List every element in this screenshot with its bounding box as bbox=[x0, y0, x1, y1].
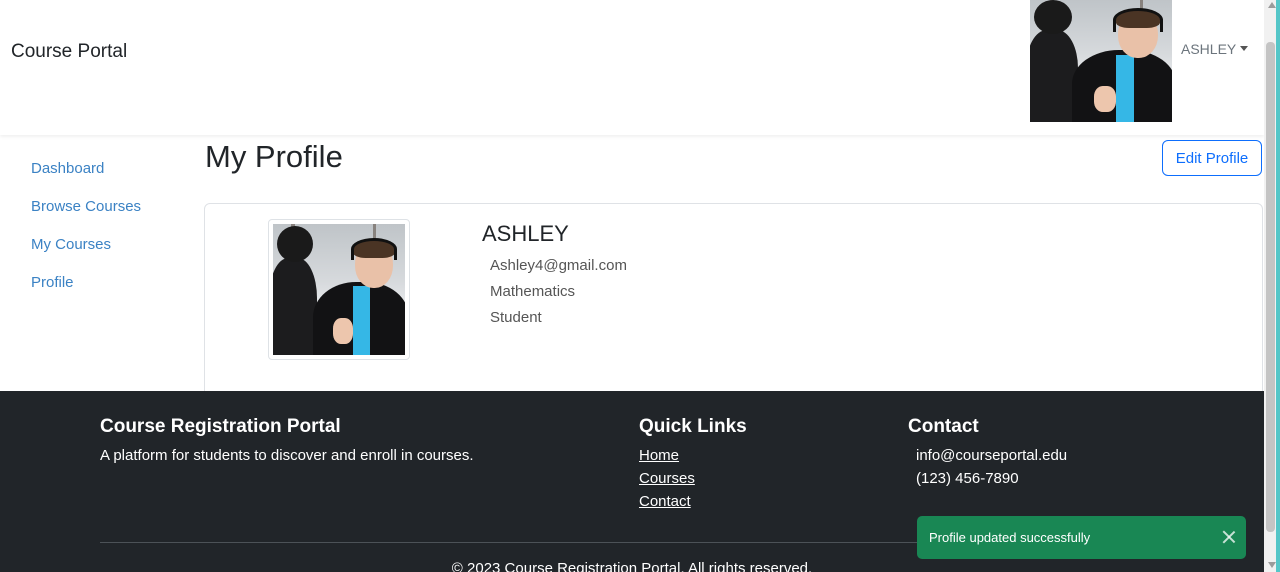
window-edge bbox=[1276, 0, 1280, 572]
footer-about-title: Course Registration Portal bbox=[100, 416, 341, 437]
footer-link-home[interactable]: Home bbox=[639, 447, 679, 464]
footer-link-contact[interactable]: Contact bbox=[639, 493, 691, 510]
sidebar-nav: Dashboard Browse Courses My Courses Prof… bbox=[31, 160, 141, 312]
sidebar-item-my-courses[interactable]: My Courses bbox=[31, 236, 141, 274]
brand-title[interactable]: Course Portal bbox=[11, 41, 127, 63]
success-toast: Profile updated successfully bbox=[917, 516, 1246, 559]
footer-copyright: © 2023 Course Registration Portal. All r… bbox=[451, 560, 813, 572]
profile-role: Student bbox=[490, 309, 542, 326]
profile-photo bbox=[273, 224, 405, 355]
user-avatar-photo[interactable] bbox=[1030, 0, 1172, 122]
caret-down-icon bbox=[1240, 46, 1249, 51]
scroll-down-arrow-icon[interactable] bbox=[1268, 562, 1276, 568]
footer-about-text: A platform for students to discover and … bbox=[100, 447, 474, 464]
profile-department: Mathematics bbox=[490, 283, 576, 300]
close-icon[interactable] bbox=[1221, 529, 1237, 545]
user-dropdown[interactable]: ASHLEY bbox=[1181, 41, 1249, 57]
top-navbar: Course Portal ASHLEY bbox=[0, 0, 1264, 135]
footer-contact-email: info@courseportal.edu bbox=[916, 447, 1068, 464]
footer-links-title: Quick Links bbox=[639, 416, 747, 437]
footer-contact-phone: (123) 456-7890 bbox=[916, 470, 1019, 487]
sidebar-item-browse-courses[interactable]: Browse Courses bbox=[31, 198, 141, 236]
profile-name: ASHLEY bbox=[482, 221, 569, 246]
footer-contact-title: Contact bbox=[908, 416, 979, 437]
sidebar-item-dashboard[interactable]: Dashboard bbox=[31, 160, 141, 198]
profile-email: Ashley4@gmail.com bbox=[490, 257, 627, 274]
edit-profile-button[interactable]: Edit Profile bbox=[1162, 140, 1262, 176]
scrollbar-thumb[interactable] bbox=[1266, 42, 1275, 532]
user-name: ASHLEY bbox=[1181, 41, 1237, 57]
sidebar-item-profile[interactable]: Profile bbox=[31, 274, 141, 312]
footer-link-courses[interactable]: Courses bbox=[639, 470, 695, 487]
page-title: My Profile bbox=[205, 139, 343, 174]
toast-message: Profile updated successfully bbox=[929, 530, 1091, 545]
scroll-up-arrow-icon[interactable] bbox=[1268, 2, 1276, 8]
profile-photo-frame bbox=[268, 219, 410, 360]
